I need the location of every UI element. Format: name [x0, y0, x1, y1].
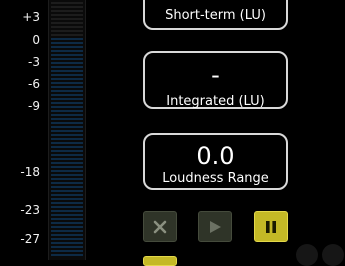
meter-segment [51, 146, 83, 148]
short-term-label: Short-term (LU) [165, 8, 266, 23]
meter-segment [51, 106, 83, 108]
meter-segment [51, 166, 83, 168]
integrated-label: Integrated (LU) [166, 94, 265, 109]
integrated-readout: - Integrated (LU) [143, 51, 288, 109]
meter-segment [51, 218, 83, 220]
meter-segment [51, 182, 83, 184]
scale-label: -6 [28, 77, 40, 91]
scale-label: -27 [20, 232, 40, 246]
meter-segment [51, 94, 83, 96]
meter-segment [51, 154, 83, 156]
meter-segment [51, 26, 83, 28]
meter-segment [51, 18, 83, 20]
meter-segment [51, 98, 83, 100]
loudness-range-label: Loudness Range [162, 171, 269, 186]
meter-segment [51, 82, 83, 84]
meter-segment [51, 30, 83, 32]
meter-segment [51, 210, 83, 212]
play-icon [210, 220, 221, 233]
loudness-meter [48, 0, 86, 260]
meter-segment [51, 122, 83, 124]
meter-segment [51, 66, 83, 68]
meter-segment [51, 206, 83, 208]
meter-segment [51, 254, 83, 256]
meter-segment [51, 142, 83, 144]
meter-segment [51, 194, 83, 196]
meter-segment [51, 170, 83, 172]
meter-segment [51, 62, 83, 64]
knob[interactable] [322, 244, 344, 266]
integrated-value: - [211, 61, 220, 89]
meter-segment [51, 202, 83, 204]
scale-label: -3 [28, 55, 40, 69]
scale-label: -23 [20, 203, 40, 217]
meter-segment [51, 138, 83, 140]
meter-segment [51, 158, 83, 160]
meter-segment [51, 50, 83, 52]
meter-segment [51, 46, 83, 48]
meter-segment [51, 2, 83, 4]
meter-segment [51, 110, 83, 112]
meter-segment [51, 226, 83, 228]
meter-segment [51, 126, 83, 128]
meter-segment [51, 70, 83, 72]
meter-segment [51, 130, 83, 132]
meter-segment [51, 10, 83, 12]
meter-segment [51, 34, 83, 36]
meter-segment [51, 190, 83, 192]
meter-segment [51, 54, 83, 56]
meter-segment [51, 114, 83, 116]
meter-segment [51, 242, 83, 244]
meter-segment [51, 90, 83, 92]
scale-label: 0 [32, 33, 40, 47]
meter-segment [51, 246, 83, 248]
meter-segment [51, 42, 83, 44]
meter-segment [51, 234, 83, 236]
meter-segment [51, 22, 83, 24]
meter-segment [51, 150, 83, 152]
meter-segment [51, 238, 83, 240]
scale-label: +3 [22, 10, 40, 24]
meter-segment [51, 222, 83, 224]
scale-label: -9 [28, 99, 40, 113]
meter-segment [51, 6, 83, 8]
meter-segment [51, 178, 83, 180]
meter-segment [51, 102, 83, 104]
meter-segment [51, 58, 83, 60]
play-button[interactable] [198, 211, 232, 242]
meter-segment [51, 162, 83, 164]
meter-segment [51, 230, 83, 232]
scale-label: -18 [20, 165, 40, 179]
meter-segment [51, 14, 83, 16]
meter-segment [51, 250, 83, 252]
knob[interactable] [296, 244, 318, 266]
meter-segment [51, 198, 83, 200]
meter-segment [51, 174, 83, 176]
reset-button[interactable] [143, 211, 177, 242]
option-button[interactable] [143, 256, 177, 266]
meter-segment [51, 74, 83, 76]
meter-segment [51, 38, 83, 40]
loudness-range-value: 0.0 [196, 142, 235, 170]
close-icon [153, 220, 167, 233]
meter-segment [51, 186, 83, 188]
pause-button[interactable] [254, 211, 288, 242]
loudness-range-readout: 0.0 Loudness Range [143, 133, 288, 190]
meter-segment [51, 214, 83, 216]
meter-segment [51, 78, 83, 80]
meter-segment [51, 86, 83, 88]
meter-segment [51, 118, 83, 120]
meter-segment [51, 134, 83, 136]
short-term-readout: Short-term (LU) [143, 0, 288, 30]
pause-icon [266, 220, 276, 233]
